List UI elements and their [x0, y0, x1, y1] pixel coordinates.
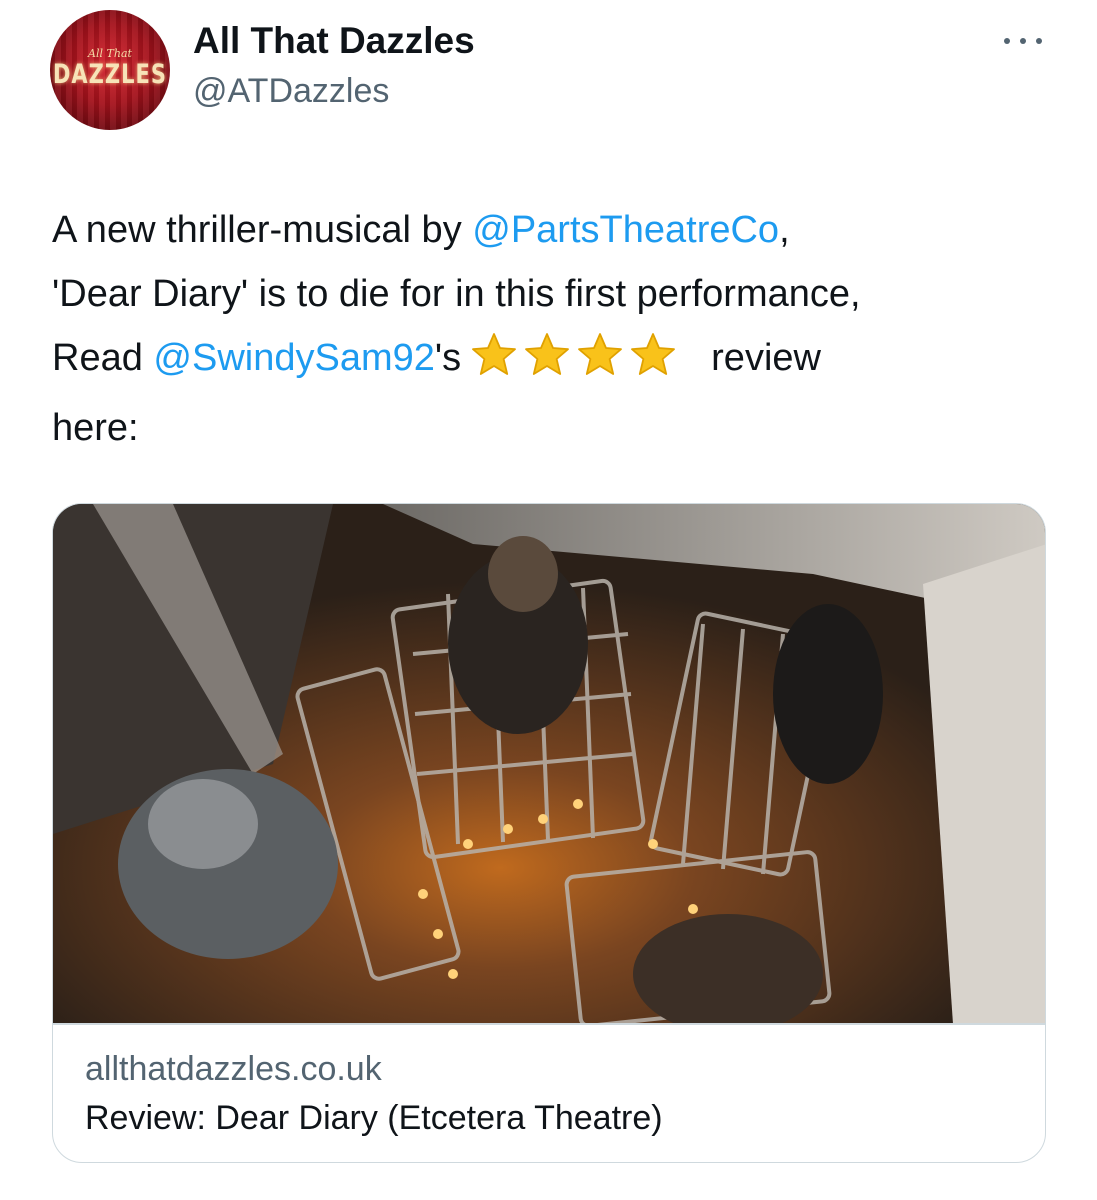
tweet-text: A new thriller-musical by @PartsTheatreC… [52, 198, 1062, 460]
tweet-text-segment: A new thriller-musical by [52, 209, 473, 251]
rehearsal-photo [53, 504, 1045, 1024]
link-domain: allthatdazzles.co.uk [85, 1050, 382, 1088]
mention-link[interactable]: @PartsTheatreCo [472, 209, 779, 251]
tweet-text-segment: Read [52, 337, 154, 379]
mention-link[interactable]: @SwindySam92 [153, 337, 434, 379]
link-title: Review: Dear Diary (Etcetera Theatre) [85, 1099, 663, 1137]
more-horizontal-icon [1036, 38, 1042, 44]
star-icon [631, 333, 676, 375]
profile-avatar[interactable]: All That DAZZLES [50, 10, 170, 130]
tweet-text-segment: 's [434, 337, 462, 379]
author-display-name[interactable]: All That Dazzles [193, 20, 475, 62]
more-options-button[interactable] [1002, 34, 1044, 48]
link-preview-image [53, 504, 1045, 1024]
author-handle[interactable]: @ATDazzles [193, 72, 389, 111]
tweet-line-3: Read @SwindySam92's review [52, 326, 1062, 396]
tweet-line-1: A new thriller-musical by @PartsTheatreC… [52, 198, 1062, 262]
star-icon [472, 333, 517, 375]
star-icon [525, 333, 570, 375]
star-emoji-group [469, 332, 681, 396]
tweet-line-4: here: [52, 407, 139, 449]
tweet-line-2: 'Dear Diary' is to die for in this first… [52, 273, 861, 315]
tweet-text-segment: , [779, 209, 790, 251]
tweet-text-segment: review [711, 337, 821, 379]
link-preview-card[interactable]: allthatdazzles.co.uk Review: Dear Diary … [52, 503, 1046, 1163]
card-divider [53, 1023, 1045, 1025]
more-horizontal-icon [1020, 38, 1026, 44]
more-horizontal-icon [1004, 38, 1010, 44]
avatar-logo-text: DAZZLES [53, 59, 167, 89]
star-icon [578, 333, 623, 375]
